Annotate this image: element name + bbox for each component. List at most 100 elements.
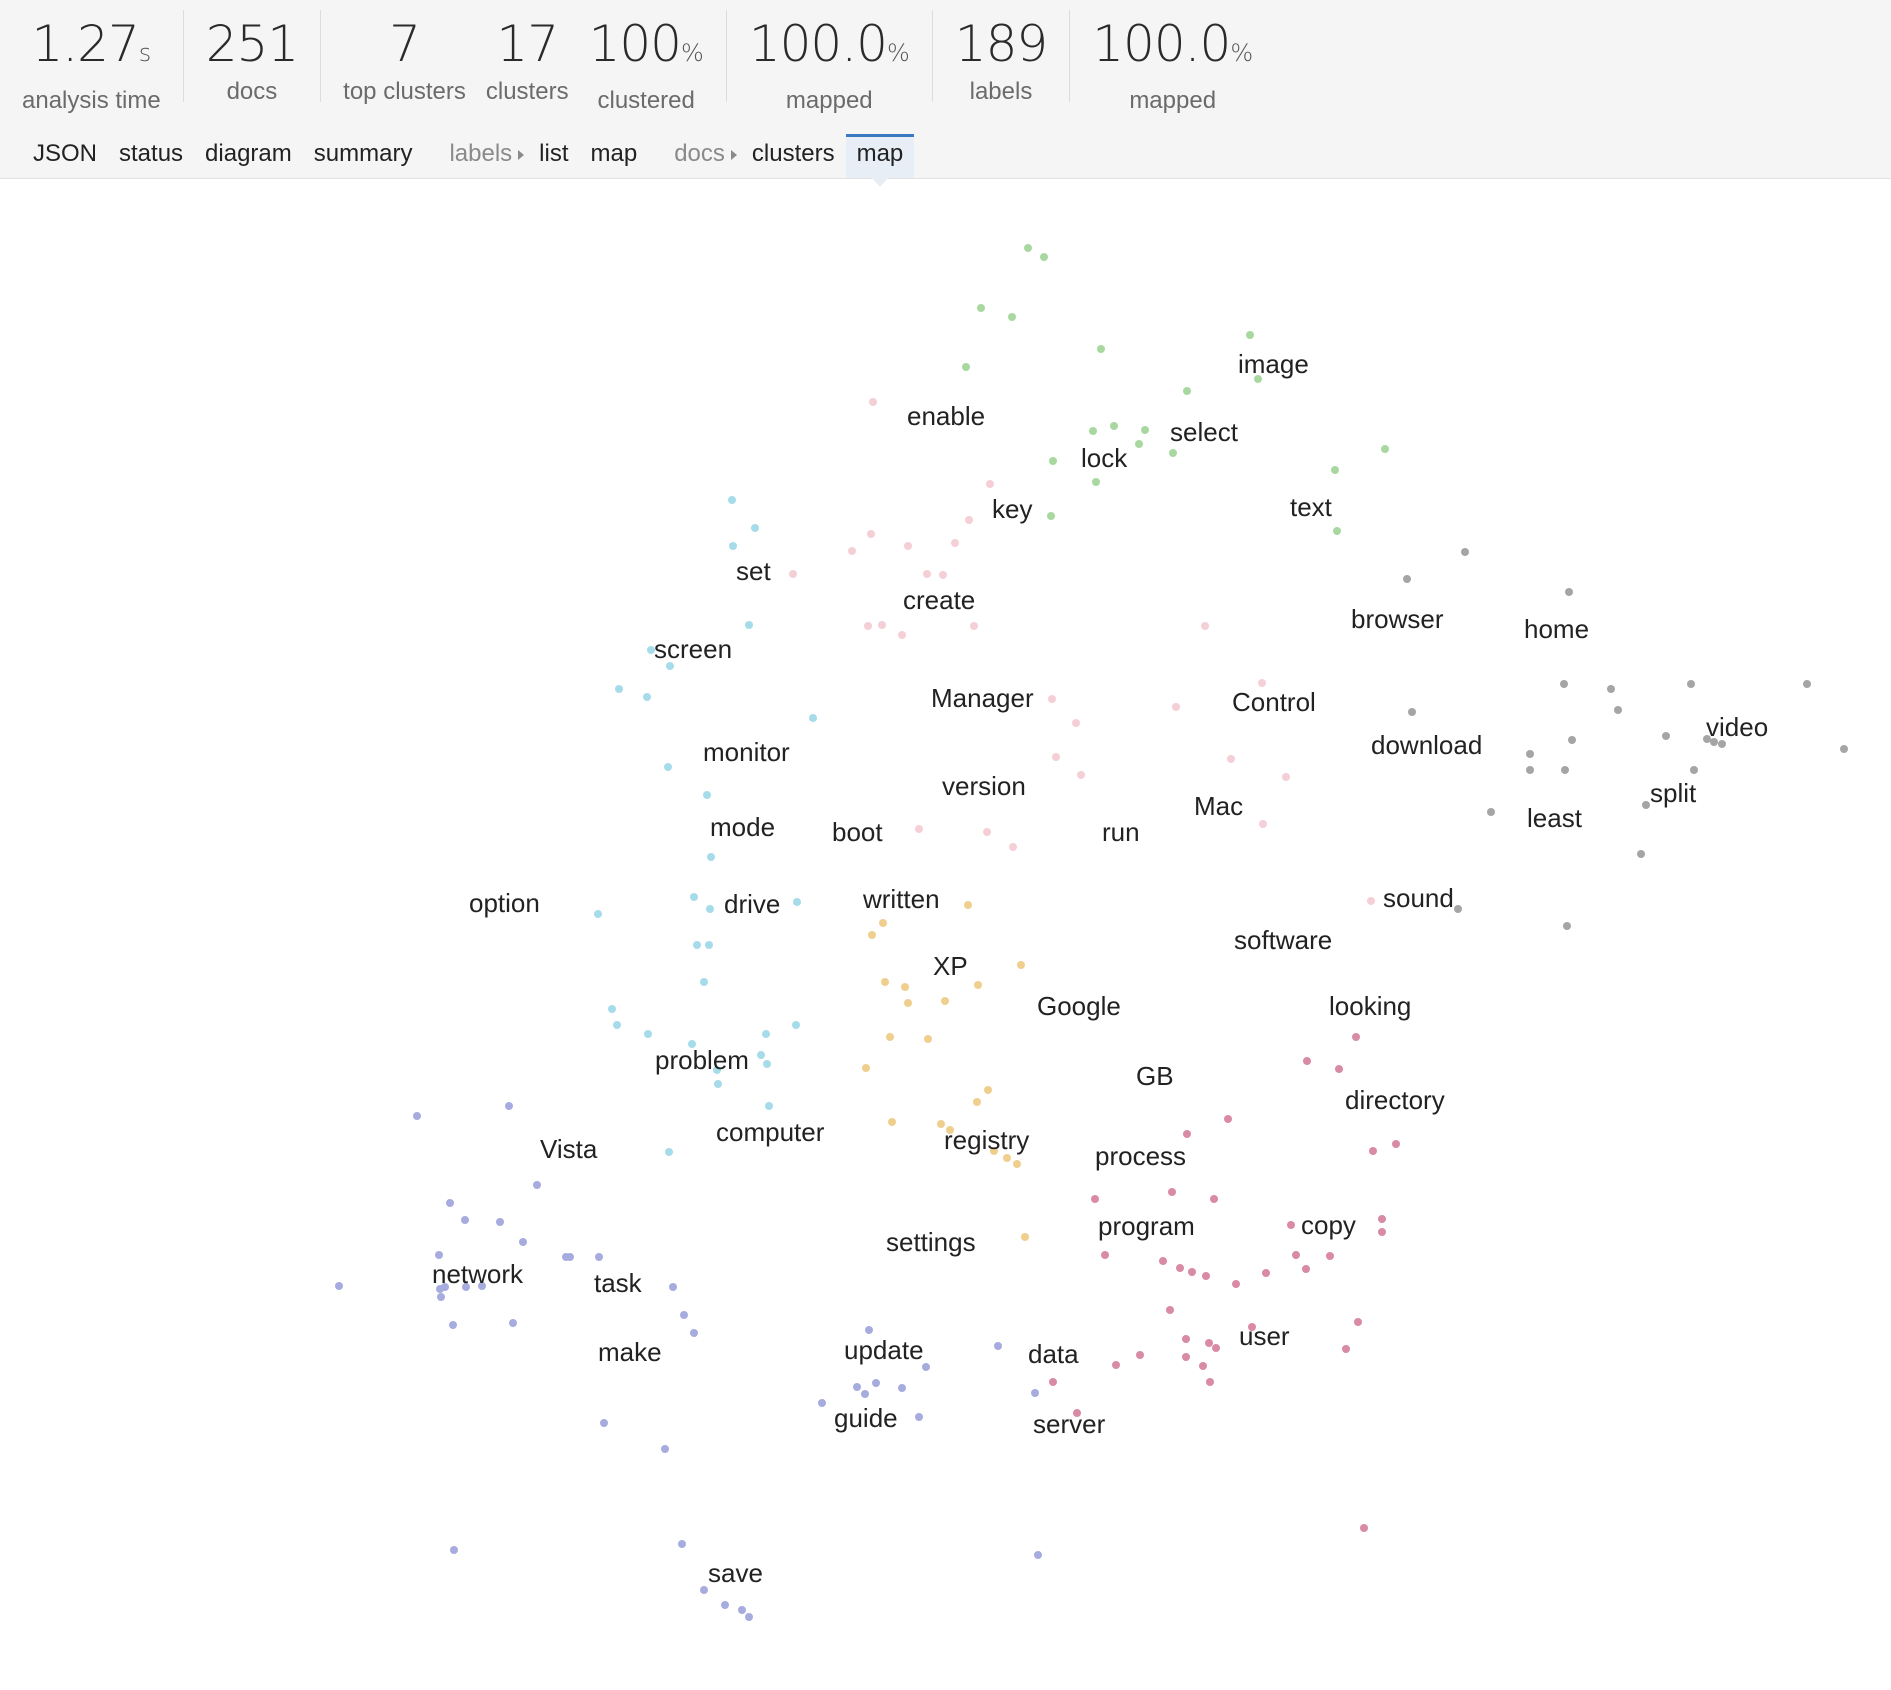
doc-point[interactable] [1282,773,1290,781]
doc-point[interactable] [700,978,708,986]
tab-docs-map[interactable]: map [845,134,915,187]
doc-point[interactable] [861,1390,869,1398]
doc-point[interactable] [904,542,912,550]
doc-point[interactable] [413,1112,421,1120]
doc-point[interactable] [939,571,947,579]
doc-point[interactable] [1202,1272,1210,1280]
doc-point[interactable] [1354,1318,1362,1326]
doc-point[interactable] [1182,1335,1190,1343]
doc-point[interactable] [1565,588,1573,596]
doc-point[interactable] [888,1118,896,1126]
doc-point[interactable] [1408,708,1416,716]
doc-point[interactable] [1392,1140,1400,1148]
doc-point[interactable] [1077,771,1085,779]
doc-point[interactable] [1212,1344,1220,1352]
doc-point[interactable] [738,1606,746,1614]
doc-point[interactable] [1687,680,1695,688]
doc-point[interactable] [864,622,872,630]
doc-point[interactable] [809,714,817,722]
doc-point[interactable] [1224,1115,1232,1123]
doc-point[interactable] [865,1326,873,1334]
doc-point[interactable] [1201,622,1209,630]
doc-point[interactable] [1381,445,1389,453]
doc-point[interactable] [680,1311,688,1319]
doc-point[interactable] [1227,755,1235,763]
tab-labels-map[interactable]: map [580,134,649,178]
doc-point[interactable] [700,1586,708,1594]
doc-point[interactable] [435,1251,443,1259]
doc-point[interactable] [1560,680,1568,688]
doc-point[interactable] [941,997,949,1005]
doc-point[interactable] [461,1216,469,1224]
doc-point[interactable] [1302,1265,1310,1273]
doc-point[interactable] [1369,1147,1377,1155]
doc-point[interactable] [898,1384,906,1392]
docs-map[interactable]: image enable select lock key text set cr… [0,179,1891,1690]
doc-point[interactable] [1166,1306,1174,1314]
doc-point[interactable] [868,931,876,939]
doc-point[interactable] [915,1413,923,1421]
doc-point[interactable] [951,539,959,547]
doc-point[interactable] [335,1282,343,1290]
doc-point[interactable] [970,622,978,630]
doc-point[interactable] [1662,732,1670,740]
doc-point[interactable] [1803,680,1811,688]
doc-point[interactable] [1403,575,1411,583]
doc-point[interactable] [1331,466,1339,474]
doc-point[interactable] [962,363,970,371]
doc-point[interactable] [446,1199,454,1207]
doc-point[interactable] [1333,527,1341,535]
doc-point[interactable] [1049,457,1057,465]
doc-point[interactable] [994,1342,1002,1350]
tab-summary[interactable]: summary [303,134,424,178]
doc-point[interactable] [1210,1195,1218,1203]
doc-point[interactable] [1169,449,1177,457]
doc-point[interactable] [1141,426,1149,434]
doc-point[interactable] [1342,1345,1350,1353]
doc-point[interactable] [1454,905,1462,913]
doc-point[interactable] [664,763,672,771]
doc-point[interactable] [1840,745,1848,753]
doc-point[interactable] [1110,422,1118,430]
doc-point[interactable] [450,1546,458,1554]
doc-point[interactable] [1526,766,1534,774]
doc-point[interactable] [533,1181,541,1189]
doc-point[interactable] [1136,1351,1144,1359]
doc-point[interactable] [964,901,972,909]
doc-point[interactable] [1101,1251,1109,1259]
doc-point[interactable] [898,631,906,639]
doc-point[interactable] [745,621,753,629]
doc-point[interactable] [818,1399,826,1407]
doc-point[interactable] [1034,1551,1042,1559]
doc-point[interactable] [848,547,856,555]
doc-point[interactable] [984,1086,992,1094]
doc-point[interactable] [1303,1057,1311,1065]
doc-point[interactable] [706,905,714,913]
doc-point[interactable] [1258,679,1266,687]
doc-point[interactable] [608,1005,616,1013]
doc-point[interactable] [729,542,737,550]
doc-point[interactable] [1097,345,1105,353]
doc-point[interactable] [745,1613,753,1621]
tab-json[interactable]: JSON [22,134,108,178]
doc-point[interactable] [986,480,994,488]
doc-point[interactable] [862,1064,870,1072]
doc-point[interactable] [703,791,711,799]
doc-point[interactable] [872,1379,880,1387]
doc-point[interactable] [974,981,982,989]
doc-point[interactable] [705,941,713,949]
doc-point[interactable] [1487,808,1495,816]
doc-point[interactable] [1013,1160,1021,1168]
doc-point[interactable] [594,910,602,918]
tab-status[interactable]: status [108,134,194,178]
doc-point[interactable] [867,530,875,538]
doc-point[interactable] [1047,512,1055,520]
doc-point[interactable] [449,1321,457,1329]
doc-point[interactable] [519,1238,527,1246]
doc-point[interactable] [1563,922,1571,930]
doc-point[interactable] [714,1080,722,1088]
doc-point[interactable] [751,524,759,532]
doc-point[interactable] [1112,1361,1120,1369]
doc-point[interactable] [915,825,923,833]
doc-point[interactable] [1335,1065,1343,1073]
